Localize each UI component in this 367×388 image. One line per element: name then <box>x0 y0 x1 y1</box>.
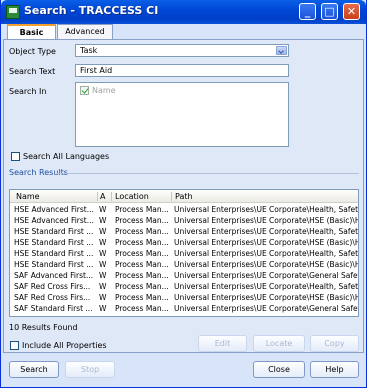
search-window: Search - TRACCESS CI _ □ ✕ Basic Advance… <box>0 0 367 388</box>
cell-path: Universal Enterprises\UE Corporate\HSE (… <box>174 260 358 269</box>
cell-a: W <box>99 304 107 313</box>
column-divider[interactable] <box>171 192 172 201</box>
column-header-a[interactable]: A <box>100 192 105 201</box>
cell-path: Universal Enterprises\UE Corporate\Healt… <box>174 282 358 291</box>
table-row[interactable]: SAF Advanced First... W Process Man... U… <box>10 270 358 281</box>
cell-a: W <box>99 205 107 214</box>
cell-location: Process Man... <box>115 238 169 247</box>
cell-name: HSE Advanced First... <box>14 205 94 214</box>
cell-a: W <box>99 216 107 225</box>
table-row[interactable]: HSE Standard First ... W Process Man... … <box>10 237 358 248</box>
search-in-name-label: Name <box>92 86 116 95</box>
copy-button[interactable]: Copy <box>310 335 359 352</box>
edit-button[interactable]: Edit <box>198 335 247 352</box>
cell-a: W <box>99 282 107 291</box>
group-divider <box>57 173 359 174</box>
cell-path: Universal Enterprises\UE Corporate\HSE (… <box>174 293 358 302</box>
column-divider[interactable] <box>111 192 112 201</box>
locate-button[interactable]: Locate <box>253 335 305 352</box>
table-row[interactable]: HSE Standard First ... W Process Man... … <box>10 248 358 259</box>
cell-path: Universal Enterprises\UE Corporate\Gener… <box>174 271 358 280</box>
column-divider[interactable] <box>97 192 98 201</box>
object-type-value: Task <box>80 46 98 55</box>
cell-name: SAF Red Cross Firs... <box>14 293 91 302</box>
search-all-languages-checkbox[interactable] <box>11 152 20 161</box>
cell-location: Process Man... <box>115 282 169 291</box>
cell-location: Process Man... <box>115 216 169 225</box>
cell-path: Universal Enterprises\UE Corporate\Gener… <box>174 304 358 313</box>
include-all-properties-label: Include All Properties <box>22 341 107 350</box>
cell-path: Universal Enterprises\UE Corporate\Healt… <box>174 249 358 258</box>
table-row[interactable]: SAF Standard First ... W Process Man... … <box>10 303 358 314</box>
cell-path: Universal Enterprises\UE Corporate\Healt… <box>174 205 358 214</box>
title-bar[interactable]: Search - TRACCESS CI _ □ ✕ <box>1 0 366 24</box>
chevron-down-icon[interactable] <box>276 46 287 55</box>
cell-location: Process Man... <box>115 260 169 269</box>
object-type-select[interactable]: Task <box>75 44 289 57</box>
table-row[interactable]: SAF Red Cross Firs... W Process Man... U… <box>10 281 358 292</box>
column-header-path[interactable]: Path <box>175 192 193 201</box>
tab-basic[interactable]: Basic <box>7 24 56 39</box>
cell-name: SAF Advanced First... <box>14 271 94 280</box>
search-text-input[interactable] <box>76 65 288 76</box>
search-in-list[interactable]: Name <box>75 82 289 147</box>
cell-name: HSE Advanced First... <box>14 216 94 225</box>
table-row[interactable]: SAF Red Cross Firs... W Process Man... U… <box>10 292 358 303</box>
cell-path: Universal Enterprises\UE Corporate\HSE (… <box>174 216 358 225</box>
cell-path: Universal Enterprises\UE Corporate\HSE (… <box>174 238 358 247</box>
cell-a: W <box>99 293 107 302</box>
window-title: Search - TRACCESS CI <box>24 4 159 17</box>
close-window-button[interactable]: ✕ <box>343 3 360 20</box>
cell-location: Process Man... <box>115 227 169 236</box>
tab-advanced[interactable]: Advanced <box>57 24 113 39</box>
results-table-header: Name A Location Path <box>10 190 358 203</box>
cell-location: Process Man... <box>115 249 169 258</box>
search-button[interactable]: Search <box>9 361 59 378</box>
cell-name: HSE Standard First ... <box>14 238 94 247</box>
results-table[interactable]: Name A Location Path HSE Advanced First.… <box>9 189 359 317</box>
minimize-button[interactable]: _ <box>299 3 316 20</box>
results-count: 10 Results Found <box>9 323 78 332</box>
help-button[interactable]: Help <box>310 361 359 378</box>
cell-location: Process Man... <box>115 293 169 302</box>
cell-location: Process Man... <box>115 304 169 313</box>
search-in-name-checkbox[interactable] <box>80 86 89 95</box>
table-row[interactable]: HSE Advanced First... W Process Man... U… <box>10 204 358 215</box>
cell-location: Process Man... <box>115 271 169 280</box>
include-all-properties-checkbox[interactable] <box>10 341 19 350</box>
cell-path: Universal Enterprises\UE Corporate\Healt… <box>174 227 358 236</box>
table-row[interactable]: HSE Standard First ... W Process Man... … <box>10 226 358 237</box>
cell-name: SAF Standard First ... <box>14 304 93 313</box>
cell-a: W <box>99 249 107 258</box>
cell-name: SAF Red Cross Firs... <box>14 282 91 291</box>
search-in-label: Search In <box>9 87 47 96</box>
maximize-button[interactable]: □ <box>321 3 338 20</box>
table-row[interactable]: HSE Standard First ... W Process Man... … <box>10 259 358 270</box>
cell-name: HSE Standard First ... <box>14 249 94 258</box>
object-type-label: Object Type <box>9 47 56 56</box>
cell-location: Process Man... <box>115 205 169 214</box>
search-text-label: Search Text <box>9 67 56 76</box>
table-row[interactable]: HSE Advanced First... W Process Man... U… <box>10 215 358 226</box>
cell-name: HSE Standard First ... <box>14 227 94 236</box>
column-header-name[interactable]: Name <box>16 192 40 201</box>
column-header-location[interactable]: Location <box>115 192 149 201</box>
search-text-field[interactable] <box>75 64 289 77</box>
close-button[interactable]: Close <box>253 361 305 378</box>
stop-button[interactable]: Stop <box>65 361 115 378</box>
cell-a: W <box>99 227 107 236</box>
cell-a: W <box>99 238 107 247</box>
app-icon <box>6 5 20 19</box>
search-all-languages-label: Search All Languages <box>23 152 110 161</box>
cell-a: W <box>99 260 107 269</box>
cell-a: W <box>99 271 107 280</box>
cell-name: HSE Standard First ... <box>14 260 94 269</box>
